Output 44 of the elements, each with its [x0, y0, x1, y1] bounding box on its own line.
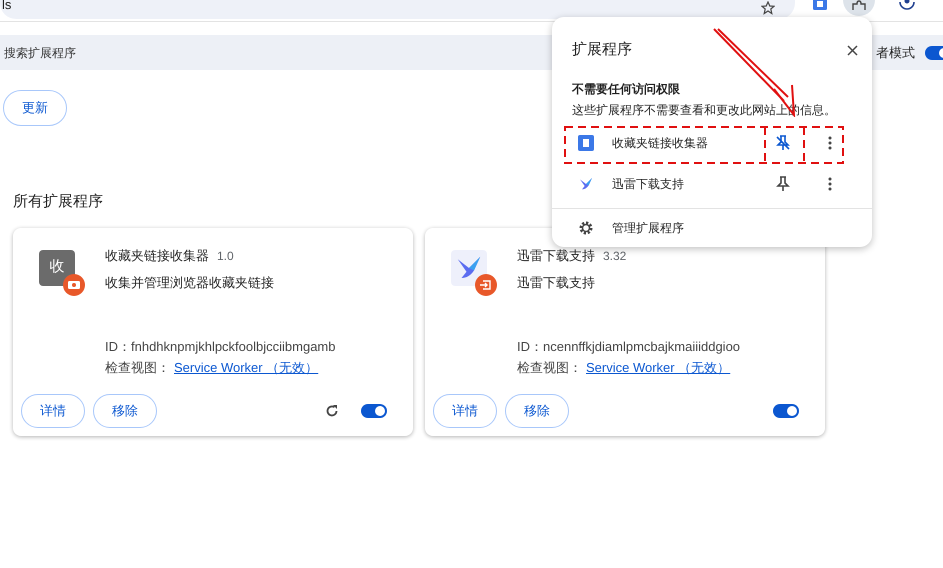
- toggle-switch[interactable]: [361, 404, 387, 418]
- details-button[interactable]: 详情: [21, 394, 85, 428]
- settings-icon: [578, 220, 594, 236]
- camera-badge-icon: [63, 274, 85, 296]
- profile-icon[interactable]: [899, 0, 915, 10]
- extension-id: ID：ncennffkjdiamlpmcbajkmaiiiddgioo: [517, 338, 740, 356]
- manage-extensions-link[interactable]: 管理扩展程序: [612, 218, 684, 237]
- extension-row[interactable]: 迅雷下载支持: [552, 164, 872, 205]
- more-icon[interactable]: [828, 177, 832, 192]
- extension-version: 1.0: [217, 248, 234, 264]
- popup-title: 扩展程序: [572, 40, 632, 60]
- service-worker-link[interactable]: Service Worker （无效）: [586, 358, 730, 378]
- remove-button[interactable]: 移除: [505, 394, 569, 428]
- details-button[interactable]: 详情: [433, 394, 497, 428]
- update-button[interactable]: 更新: [3, 90, 67, 126]
- extension-version: 3.32: [603, 248, 626, 264]
- extension-row[interactable]: 收藏夹链接收集器: [552, 122, 872, 164]
- extension-name: 收藏夹链接收集器: [105, 246, 209, 264]
- service-worker-link[interactable]: Service Worker （无效）: [174, 358, 318, 378]
- toggle-switch[interactable]: [773, 404, 799, 418]
- extension-description: 收集并管理浏览器收藏夹链接: [105, 274, 275, 292]
- bird-icon: [578, 176, 594, 192]
- section-title: 不需要任何访问权限: [570, 80, 681, 98]
- pin-icon[interactable]: [776, 176, 790, 192]
- puzzle-icon: [852, 0, 866, 10]
- extension-icon: [578, 135, 594, 152]
- search-field[interactable]: 搜索扩展程序: [0, 44, 76, 62]
- extension-id: ID：fnhdhknpmjkhlpckfoolbjcciibmgamb: [105, 338, 336, 356]
- inspect-label: 检查视图：: [105, 359, 170, 377]
- extension-name: 迅雷下载支持: [517, 246, 595, 264]
- login-badge-icon: [475, 274, 497, 296]
- more-icon[interactable]: [828, 136, 832, 150]
- extension-icon[interactable]: [813, 0, 827, 10]
- pin-crossed-icon[interactable]: [776, 135, 790, 152]
- reload-icon[interactable]: [325, 404, 339, 418]
- remove-button[interactable]: 移除: [93, 394, 157, 428]
- inspect-label: 检查视图：: [517, 359, 582, 377]
- extension-name: 迅雷下载支持: [612, 176, 685, 194]
- extension-name: 收藏夹链接收集器: [612, 135, 709, 152]
- section-heading: 所有扩展程序: [13, 192, 104, 212]
- developer-mode-label: 者模式: [876, 44, 915, 62]
- star-icon[interactable]: [761, 0, 775, 14]
- extension-description: 迅雷下载支持: [517, 274, 596, 292]
- close-icon[interactable]: [847, 44, 858, 56]
